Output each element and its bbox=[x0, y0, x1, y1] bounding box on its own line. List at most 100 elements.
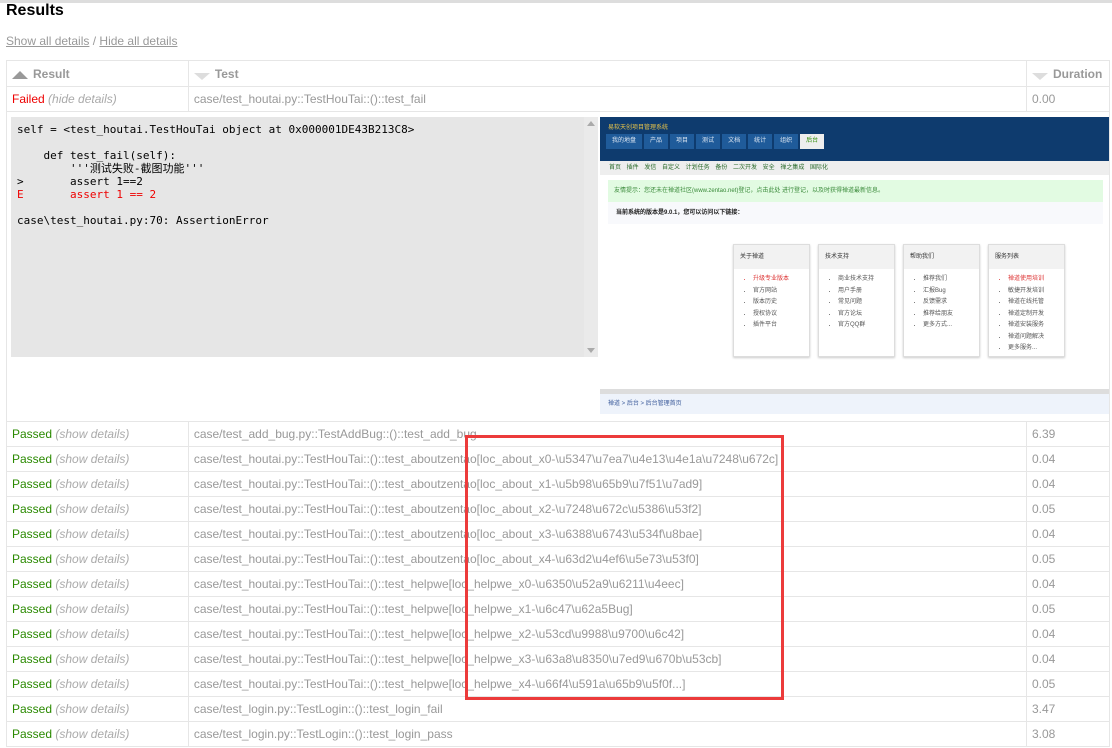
card-item: 禅道在线托管 bbox=[1008, 297, 1064, 309]
duration: 0.04 bbox=[1025, 646, 1111, 672]
test-name: case/test_houtai.py::TestHouTai::()::tes… bbox=[187, 596, 1027, 622]
test-name: case/test_houtai.py::TestHouTai::()::tes… bbox=[187, 646, 1027, 672]
result-status: Passed bbox=[12, 727, 53, 741]
result-status: Passed bbox=[12, 427, 53, 441]
test-name: case/test_login.py::TestLogin::()::test_… bbox=[187, 721, 1027, 747]
hide-all-details-link[interactable]: Hide all details bbox=[99, 34, 177, 48]
screenshot-version: 当前系统的版本是9.0.1，您可以访问以下链接： bbox=[608, 202, 1103, 224]
table-row: Passed (show details) case/test_houtai.py… bbox=[6, 521, 1111, 547]
log-line: case\test_houtai.py:70: AssertionError bbox=[17, 214, 269, 227]
result-status: Passed bbox=[12, 602, 53, 616]
result-cell: Passed (show details) bbox=[6, 446, 189, 472]
toggle-details-link[interactable]: (show details) bbox=[55, 677, 129, 691]
toggle-details-link[interactable]: (show details) bbox=[55, 702, 129, 716]
result-cell: Passed (show details) bbox=[6, 421, 189, 447]
table-row-failed: Failed (hide details) case/test_houtai.p… bbox=[6, 86, 1111, 112]
sort-asc-icon bbox=[12, 70, 28, 79]
card-item: 官方论坛 bbox=[838, 309, 894, 321]
screenshot-tab: 文档 bbox=[722, 134, 747, 149]
result-cell: Passed (show details) bbox=[6, 621, 189, 647]
card-item: 授权协议 bbox=[753, 309, 809, 321]
card-title: 技术支持 bbox=[819, 245, 894, 269]
screenshot-card: 服务列表禅道使用培训敏捷开发培训禅道在线托管禅道定制开发禅道安装服务禅道问题解决… bbox=[988, 244, 1065, 357]
card-item: 官方QQ群 bbox=[838, 320, 894, 332]
duration: 0.05 bbox=[1025, 596, 1111, 622]
log-error-line: E assert 1 == 2 bbox=[17, 188, 157, 201]
toggle-details-link[interactable]: (show details) bbox=[55, 552, 129, 566]
card-item: 敏捷开发培训 bbox=[1008, 286, 1064, 298]
test-name: case/test_houtai.py::TestHouTai::()::tes… bbox=[187, 471, 1027, 497]
card-item: 更多服务... bbox=[1008, 343, 1064, 355]
duration: 3.08 bbox=[1025, 721, 1111, 747]
toggle-details-link[interactable]: (show details) bbox=[55, 627, 129, 641]
header-duration-label: Duration bbox=[1052, 66, 1103, 81]
screenshot-tab: 组织 bbox=[774, 134, 799, 149]
card-item: 版本历史 bbox=[753, 297, 809, 309]
table-row: Passed (show details) case/test_houtai.py… bbox=[6, 596, 1111, 622]
top-divider bbox=[0, 0, 1112, 3]
test-name: case/test_houtai.py::TestHouTai::()::tes… bbox=[187, 496, 1027, 522]
traceback-log: self = <test_houtai.TestHouTai object at… bbox=[11, 117, 598, 357]
table-row: Passed (show details) case/test_add_bug.p… bbox=[6, 421, 1111, 447]
toggle-details-link[interactable]: (show details) bbox=[55, 502, 129, 516]
card-item: 商业技术支持 bbox=[838, 274, 894, 286]
screenshot-tab: 统计 bbox=[748, 134, 773, 149]
toggle-details-link[interactable]: (show details) bbox=[55, 477, 129, 491]
screenshot-subnav: 首页 插件 发信 自定义 计划任务 备份 二次开发 安全 禅之集成 国际化 bbox=[600, 161, 1109, 175]
duration: 0.05 bbox=[1025, 671, 1111, 697]
result-status: Failed bbox=[12, 92, 45, 106]
duration: 0.04 bbox=[1025, 446, 1111, 472]
toggle-details-link[interactable]: (show details) bbox=[55, 727, 129, 741]
screenshot-header: 易软天创项目管理系统 我的地盘 产品 项目 测试 文档 统计 组织 后台 bbox=[600, 117, 1109, 161]
card-item: 汇报Bug bbox=[923, 286, 979, 298]
result-cell: Passed (show details) bbox=[6, 521, 189, 547]
test-name: case/test_login.py::TestLogin::()::test_… bbox=[187, 696, 1027, 722]
result-cell: Passed (show details) bbox=[6, 646, 189, 672]
card-item: 反馈需求 bbox=[923, 297, 979, 309]
table-row: Passed (show details) case/test_houtai.py… bbox=[6, 446, 1111, 472]
toggle-details-link[interactable]: (show details) bbox=[55, 527, 129, 541]
log-line: self = <test_houtai.TestHouTai object at… bbox=[17, 123, 415, 136]
toggle-details-link[interactable]: (hide details) bbox=[48, 92, 117, 106]
result-cell: Passed (show details) bbox=[6, 696, 189, 722]
card-item: 用户手册 bbox=[838, 286, 894, 298]
table-row: Passed (show details) case/test_login.py:… bbox=[6, 721, 1111, 747]
test-name: case/test_houtai.py::TestHouTai::()::tes… bbox=[187, 621, 1027, 647]
card-title: 帮助我们 bbox=[904, 245, 979, 269]
toggle-details-link[interactable]: (show details) bbox=[55, 427, 129, 441]
screenshot-tab: 项目 bbox=[670, 134, 695, 149]
header-duration[interactable]: Duration bbox=[1025, 60, 1111, 87]
result-status: Passed bbox=[12, 527, 53, 541]
result-cell: Passed (show details) bbox=[6, 496, 189, 522]
screenshot-card: 帮助我们推荐我们汇报Bug反馈需求推荐给朋友更多方式... bbox=[903, 244, 980, 357]
table-row: Passed (show details) case/test_houtai.py… bbox=[6, 471, 1111, 497]
header-test[interactable]: Test bbox=[187, 60, 1027, 87]
screenshot-breadcrumb: 禅道 > 后台 > 后台管理首页 bbox=[600, 394, 1109, 414]
card-title: 服务列表 bbox=[989, 245, 1064, 269]
card-item: 升级专业版本 bbox=[753, 274, 809, 286]
log-line: > assert 1==2 bbox=[17, 175, 143, 188]
toggle-details-link[interactable]: (show details) bbox=[55, 577, 129, 591]
result-status: Passed bbox=[12, 677, 53, 691]
toggle-details-link[interactable]: (show details) bbox=[55, 452, 129, 466]
log-line: def test_fail(self): bbox=[17, 149, 176, 162]
toggle-details-link[interactable]: (show details) bbox=[55, 652, 129, 666]
screenshot-tab: 产品 bbox=[644, 134, 669, 149]
table-row: Passed (show details) case/test_houtai.py… bbox=[6, 546, 1111, 572]
duration: 0.04 bbox=[1025, 571, 1111, 597]
table-header: Result Test Duration bbox=[6, 60, 1111, 87]
duration: 0.05 bbox=[1025, 546, 1111, 572]
screenshot-tab: 测试 bbox=[696, 134, 721, 149]
detail-links: Show all details / Hide all details bbox=[6, 34, 177, 48]
log-line: '''测试失败-截图功能''' bbox=[17, 162, 205, 175]
result-cell: Passed (show details) bbox=[6, 596, 189, 622]
result-cell: Passed (show details) bbox=[6, 471, 189, 497]
show-all-details-link[interactable]: Show all details bbox=[6, 34, 89, 48]
result-status: Passed bbox=[12, 627, 53, 641]
toggle-details-link[interactable]: (show details) bbox=[55, 602, 129, 616]
log-scrollbar[interactable] bbox=[584, 117, 598, 357]
header-result[interactable]: Result bbox=[6, 60, 189, 87]
table-row: Passed (show details) case/test_houtai.py… bbox=[6, 646, 1111, 672]
duration: 3.47 bbox=[1025, 696, 1111, 722]
results-table: Result Test Duration Failed (hide detail… bbox=[6, 60, 1111, 747]
